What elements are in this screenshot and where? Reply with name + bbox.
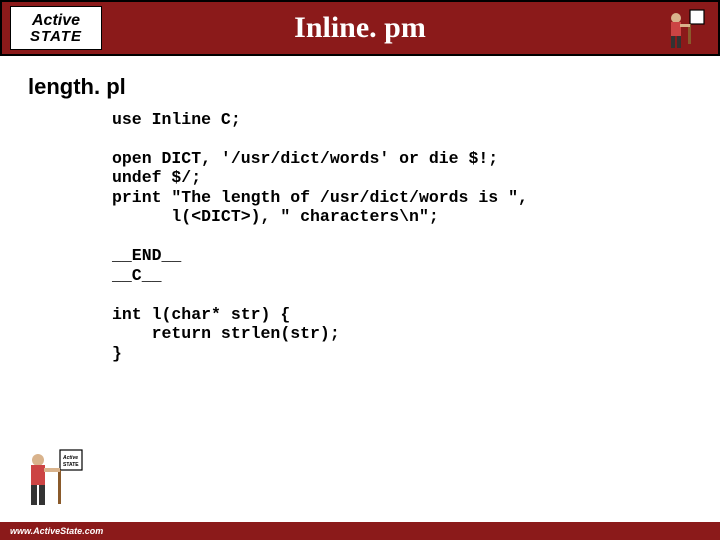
code-line: undef $/; [112,168,201,187]
worker-icon: Active STATE [18,446,90,512]
slide-header: Active STATE Inline. pm [0,0,720,56]
code-line: open DICT, '/usr/dict/words' or die $!; [112,149,498,168]
page-title: Inline. pm [294,11,426,45]
code-line: __END__ [112,246,181,265]
activestate-logo: Active STATE [10,6,102,50]
code-line: use Inline C; [112,110,241,129]
code-line: print "The length of /usr/dict/words is … [112,188,528,207]
code-block: use Inline C; open DICT, '/usr/dict/word… [112,110,720,363]
logo-line2: STATE [30,29,82,44]
slide-subtitle: length. pl [28,74,720,100]
worker-icon [660,6,708,54]
footer-url: www.ActiveState.com [10,526,103,536]
code-line: l(<DICT>), " characters\n"; [112,207,439,226]
code-line: __C__ [112,266,162,285]
logo-line1: Active [32,13,80,29]
slide-footer: www.ActiveState.com [0,522,720,540]
code-line: int l(char* str) { [112,305,290,324]
svg-text:Active: Active [62,455,78,461]
code-line: return strlen(str); [112,324,340,343]
code-line: } [112,344,122,363]
svg-text:STATE: STATE [63,462,79,468]
